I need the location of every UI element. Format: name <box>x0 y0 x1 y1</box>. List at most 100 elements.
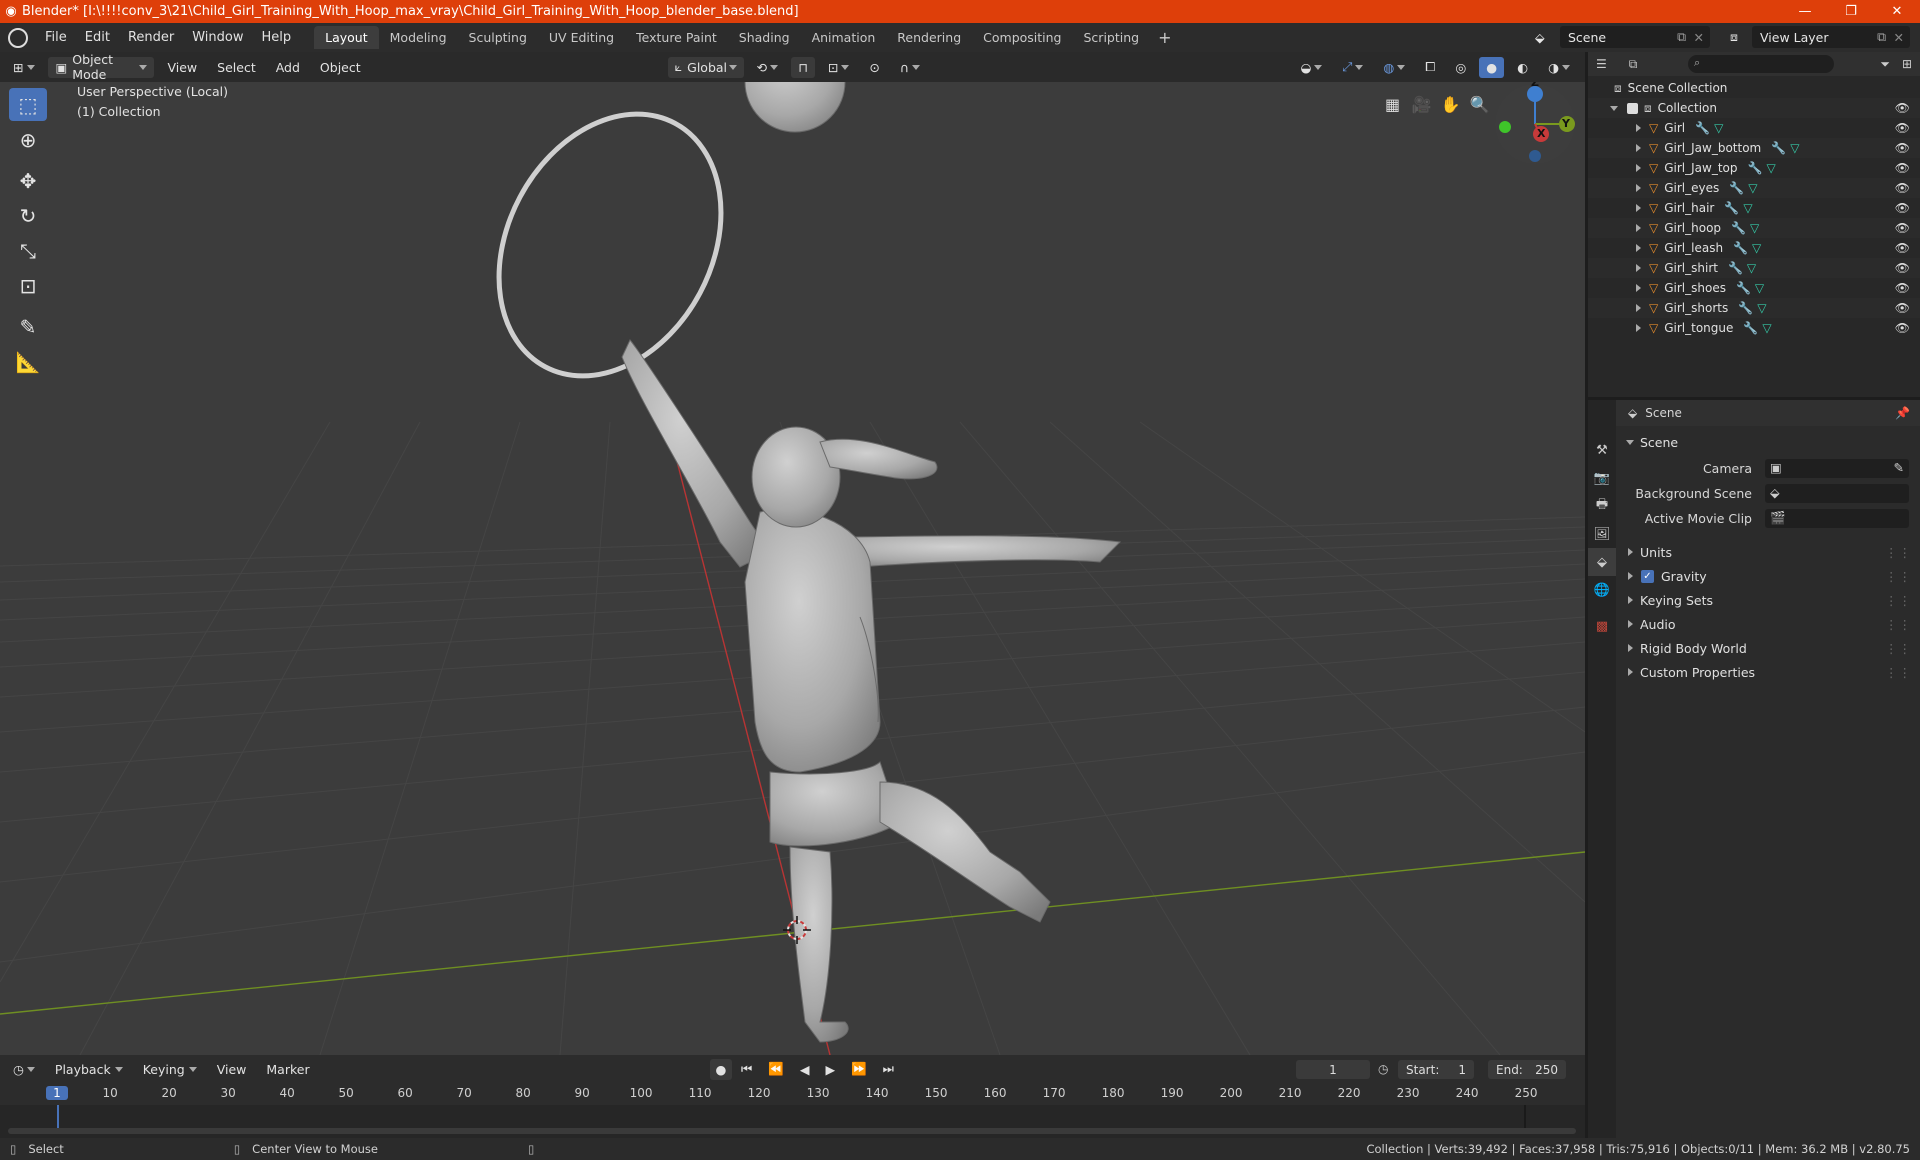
outliner-object-row[interactable]: ▽ Girl_shirt 🔧 ▽ 👁 <box>1588 258 1920 278</box>
outliner-object-row[interactable]: ▽ Girl_shorts 🔧 ▽ 👁 <box>1588 298 1920 318</box>
material-shading-icon[interactable]: ◐ <box>1510 57 1535 78</box>
active-movie-clip-field[interactable]: 🎬 <box>1765 508 1909 528</box>
timeline-scrollbar[interactable] <box>8 1128 1576 1134</box>
timeline-editor-icon[interactable]: ◷ <box>6 1059 42 1080</box>
subpanel-header[interactable]: Audio ⋮⋮ <box>1616 612 1920 636</box>
subpanel-header[interactable]: Keying Sets ⋮⋮ <box>1616 588 1920 612</box>
modifier-wrench-icon[interactable]: 🔧 <box>1738 301 1753 315</box>
tab-animation[interactable]: Animation <box>801 26 887 49</box>
display-mode-icon[interactable]: ⧉ <box>1629 57 1638 72</box>
orientation-selector[interactable]: ⟀ Global <box>667 56 744 78</box>
visibility-eye-icon[interactable]: 👁 <box>1895 221 1910 235</box>
visibility-eye-icon[interactable]: 👁 <box>1895 321 1910 335</box>
menu-edit[interactable]: Edit <box>76 23 119 52</box>
expand-toggle-icon[interactable] <box>1636 144 1641 152</box>
minimize-button[interactable]: — <box>1782 0 1828 23</box>
proportional-edit-icon[interactable]: ⊙ <box>862 57 886 78</box>
expand-toggle-icon[interactable] <box>1628 572 1633 580</box>
subpanel-header[interactable]: ✓ Gravity ⋮⋮ <box>1616 564 1920 588</box>
menu-help[interactable]: Help <box>253 23 301 52</box>
cursor-tool-icon[interactable]: ⊕ <box>9 123 47 156</box>
visibility-eye-icon[interactable]: 👁 <box>1895 261 1910 275</box>
expand-toggle-icon[interactable] <box>1636 164 1641 172</box>
modifier-wrench-icon[interactable]: 🔧 <box>1731 221 1746 235</box>
expand-toggle-icon[interactable] <box>1636 304 1641 312</box>
camera-field[interactable]: ▣ ✎ <box>1765 458 1909 478</box>
timeline-menu-keying[interactable]: Keying <box>136 1059 204 1080</box>
editor-type-icon[interactable]: ⊞ <box>6 57 42 78</box>
snap-toggle-icon[interactable]: ⊓ <box>791 56 815 78</box>
tab-shading[interactable]: Shading <box>728 26 801 49</box>
scene-panel-header[interactable]: Scene <box>1616 430 1920 454</box>
mesh-data-icon[interactable]: ▽ <box>1714 121 1723 135</box>
add-workspace-icon[interactable]: + <box>1150 28 1179 47</box>
viewport-menu-object[interactable]: Object <box>313 57 368 78</box>
scene-selector[interactable]: Scene ⧉ ✕ <box>1560 26 1710 48</box>
expand-toggle-icon[interactable] <box>1636 224 1641 232</box>
outliner-object-row[interactable]: ▽ Girl 🔧 ▽ 👁 <box>1588 118 1920 138</box>
outliner-object-row[interactable]: ▽ Girl_tongue 🔧 ▽ 👁 <box>1588 318 1920 338</box>
timeline-menu-view[interactable]: View <box>210 1059 254 1080</box>
expand-toggle-icon[interactable] <box>1636 264 1641 272</box>
tab-sculpting[interactable]: Sculpting <box>458 26 538 49</box>
blender-menu-icon[interactable] <box>8 27 28 48</box>
subpanel-header[interactable]: Units ⋮⋮ <box>1616 540 1920 564</box>
expand-toggle-icon[interactable] <box>1636 184 1641 192</box>
gravity-checkbox[interactable]: ✓ <box>1641 569 1654 583</box>
timeline-menu-playback[interactable]: Playback <box>48 1059 130 1080</box>
start-frame-field[interactable]: Start: 1 <box>1398 1060 1474 1079</box>
modifier-wrench-icon[interactable]: 🔧 <box>1736 281 1751 295</box>
measure-tool-icon[interactable]: 📐 <box>9 345 47 378</box>
tab-uv-editing[interactable]: UV Editing <box>538 26 625 49</box>
select-box-tool-icon[interactable]: ⬚ <box>9 88 47 121</box>
background-scene-field[interactable]: ⬙ <box>1765 483 1909 503</box>
visibility-eye-icon[interactable]: 👁 <box>1895 161 1910 175</box>
scene-tab-icon[interactable]: ⬙ <box>1588 548 1616 576</box>
jump-keyframe-forward-icon[interactable]: ⏩ <box>844 1059 874 1080</box>
expand-toggle-icon[interactable] <box>1636 124 1641 132</box>
drag-handle-icon[interactable]: ⋮⋮ <box>1885 545 1912 560</box>
modifier-wrench-icon[interactable]: 🔧 <box>1748 161 1763 175</box>
output-tab-icon[interactable]: 🖶 <box>1588 492 1616 520</box>
modifier-wrench-icon[interactable]: 🔧 <box>1743 321 1758 335</box>
expand-toggle-icon[interactable] <box>1628 596 1633 604</box>
menu-window[interactable]: Window <box>183 23 252 52</box>
record-icon[interactable]: ● <box>710 1058 732 1080</box>
expand-toggle-icon[interactable] <box>1628 644 1633 652</box>
drag-handle-icon[interactable]: ⋮⋮ <box>1885 617 1912 632</box>
modifier-wrench-icon[interactable]: 🔧 <box>1695 121 1710 135</box>
tab-compositing[interactable]: Compositing <box>972 26 1072 49</box>
expand-toggle-icon[interactable] <box>1636 204 1641 212</box>
rotate-tool-icon[interactable]: ↻ <box>9 199 47 232</box>
outliner-object-row[interactable]: ▽ Girl_shoes 🔧 ▽ 👁 <box>1588 278 1920 298</box>
preview-range-icon[interactable]: ◷ <box>1378 1062 1388 1076</box>
zoom-view-icon[interactable]: 🔍 <box>1465 90 1494 119</box>
drag-handle-icon[interactable]: ⋮⋮ <box>1885 593 1912 608</box>
visibility-eye-icon[interactable]: 👁 <box>1895 181 1910 195</box>
visibility-eye-icon[interactable]: 👁 <box>1895 281 1910 295</box>
mesh-data-icon[interactable]: ▽ <box>1743 201 1752 215</box>
visibility-eye-icon[interactable]: 👁 <box>1895 121 1910 135</box>
close-button[interactable]: ✕ <box>1874 0 1920 23</box>
modifier-wrench-icon[interactable]: 🔧 <box>1733 241 1748 255</box>
new-scene-icon[interactable]: ⧉ <box>1677 29 1686 45</box>
pin-icon[interactable]: 📌 <box>1895 406 1910 420</box>
outliner-scene-collection[interactable]: ⧈ Scene Collection <box>1588 78 1920 98</box>
texture-tab-icon[interactable]: ▩ <box>1588 612 1616 640</box>
pan-view-icon[interactable]: ✋ <box>1436 90 1465 119</box>
expand-toggle-icon[interactable] <box>1628 668 1633 676</box>
collection-checkbox[interactable] <box>1627 102 1638 114</box>
visibility-eye-icon[interactable]: 👁 <box>1895 141 1910 155</box>
mesh-data-icon[interactable]: ▽ <box>1747 261 1756 275</box>
menu-render[interactable]: Render <box>119 23 183 52</box>
3d-viewport[interactable]: Z Y X ⬚ ⊕ ✥ ↻ ⤡ ⊡ ✎ 📐 User Perspective (… <box>0 82 1585 1055</box>
viewport-menu-select[interactable]: Select <box>210 57 263 78</box>
mode-selector[interactable]: ▣ Object Mode <box>48 52 155 82</box>
collapse-toggle-icon[interactable] <box>1610 105 1618 111</box>
subpanel-header[interactable]: Custom Properties ⋮⋮ <box>1616 660 1920 684</box>
outliner-object-row[interactable]: ▽ Girl_hair 🔧 ▽ 👁 <box>1588 198 1920 218</box>
timeline-menu-marker[interactable]: Marker <box>259 1059 316 1080</box>
timeline-area[interactable]: 1 10 20 30 40 50 60 70 80 90 100 110 120 130 140 150 160… <box>0 1083 1585 1138</box>
annotate-tool-icon[interactable]: ✎ <box>9 310 47 343</box>
gizmo-toggle-icon[interactable]: ⤢ <box>1335 57 1370 78</box>
